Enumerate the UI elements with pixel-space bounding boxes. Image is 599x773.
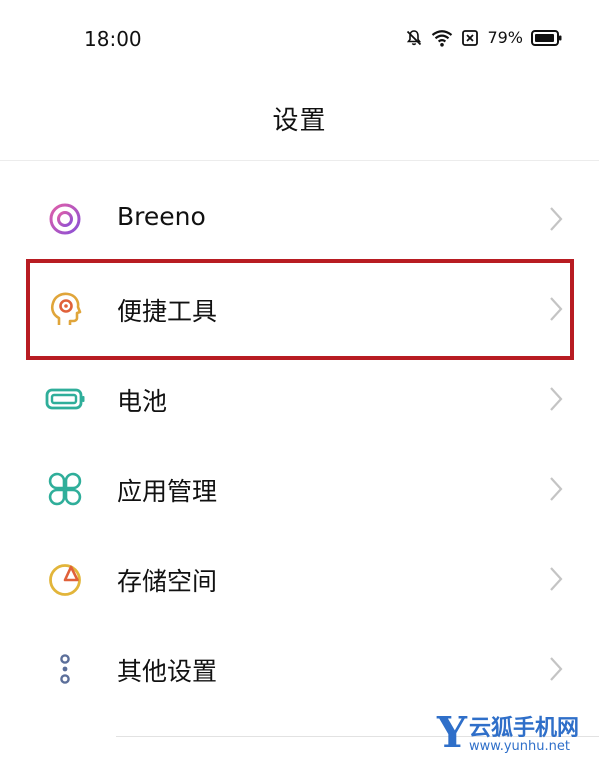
settings-item-other-settings[interactable]: 其他设置 [0, 624, 599, 714]
settings-item-label: Breeno [117, 202, 206, 231]
storage-icon [45, 559, 85, 599]
battery-percent: 79% [487, 28, 523, 47]
convenience-tools-icon [45, 289, 85, 329]
header-divider [0, 160, 599, 161]
settings-item-label: 应用管理 [117, 477, 218, 506]
page-title: 设置 [272, 106, 327, 136]
sim-off-icon [461, 29, 479, 47]
wifi-icon [431, 29, 453, 47]
chevron-right-icon [549, 566, 563, 596]
chevron-right-icon [549, 386, 563, 416]
settings-item-label: 便捷工具 [117, 297, 218, 326]
settings-item-breeno[interactable]: Breeno [0, 174, 599, 264]
other-settings-icon [45, 649, 85, 689]
chevron-right-icon [549, 656, 563, 686]
settings-item-label: 其他设置 [117, 657, 218, 686]
status-time: 18:00 [84, 27, 142, 51]
watermark: Y 云狐手机网 www.yunhu.net [437, 712, 579, 754]
battery-icon [531, 29, 563, 47]
watermark-url: www.yunhu.net [468, 739, 570, 755]
settings-item-storage[interactable]: 存储空间 [0, 534, 599, 624]
settings-item-label: 电池 [117, 387, 168, 416]
watermark-logo: Y [437, 708, 467, 757]
chevron-right-icon [549, 476, 563, 506]
settings-item-convenience-tools[interactable]: 便捷工具 [0, 264, 599, 354]
app-management-icon [45, 469, 85, 509]
breeno-icon [45, 199, 85, 239]
settings-item-battery[interactable]: 电池 [0, 354, 599, 444]
chevron-right-icon [549, 296, 563, 326]
settings-screen: 18:00 79% 设置 Breeno 便捷工具 电池 应用管理 存储空间 其他… [0, 0, 599, 773]
chevron-right-icon [549, 206, 563, 236]
watermark-brand: 云狐手机网 [468, 716, 579, 742]
bell-off-icon [405, 29, 423, 47]
battery-settings-icon [45, 379, 85, 419]
status-icons: 79% [405, 28, 563, 47]
settings-item-app-management[interactable]: 应用管理 [0, 444, 599, 534]
settings-item-label: 存储空间 [117, 567, 218, 596]
